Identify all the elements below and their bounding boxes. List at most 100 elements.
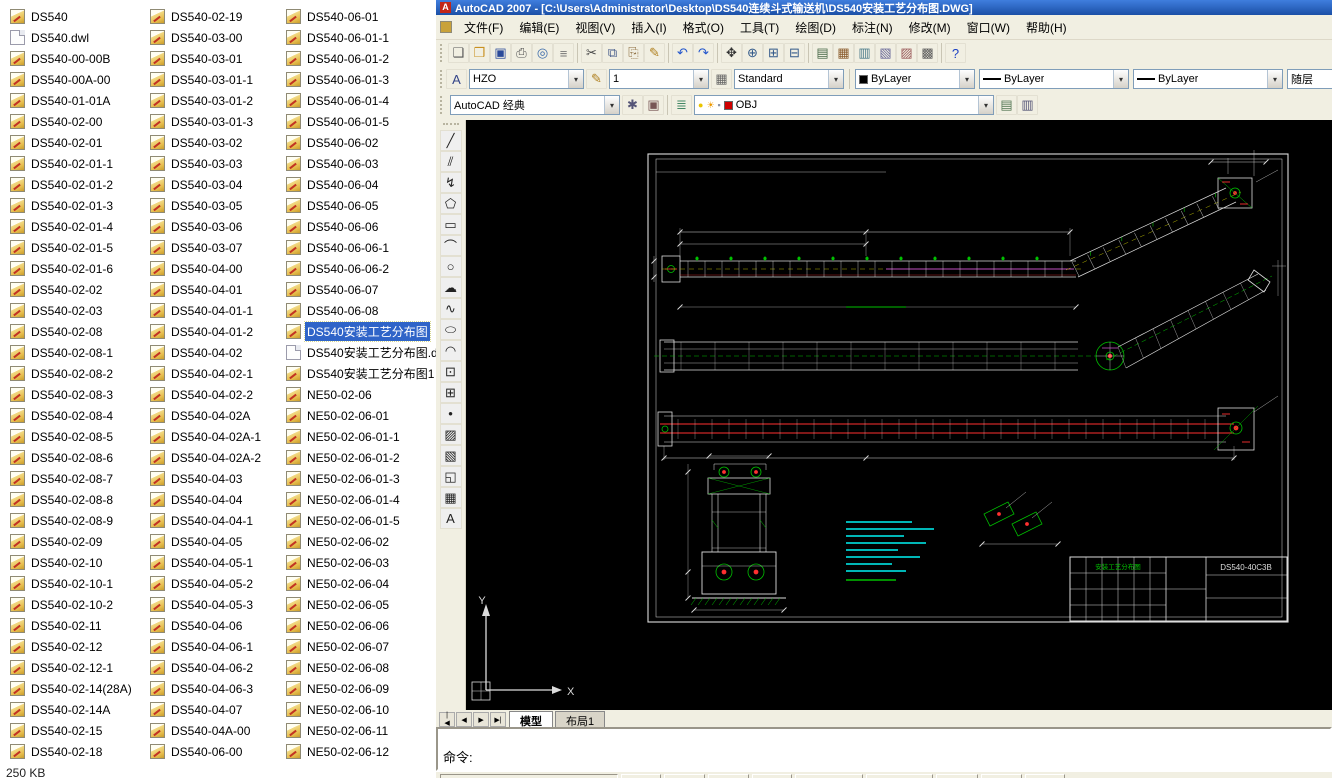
file-item[interactable]: DS540-06-01-2 [284, 48, 436, 69]
tab-model[interactable]: 模型 [509, 711, 553, 727]
palette-grip[interactable] [443, 123, 459, 128]
file-item[interactable]: DS540-04-07 [148, 699, 265, 720]
file-item[interactable]: NE50-02-06-01-5 [284, 510, 436, 531]
redo-icon[interactable]: ↷ [693, 43, 714, 63]
polygon-tool[interactable]: ⬠ [440, 193, 462, 214]
menu-item-10[interactable]: 帮助(H) [1018, 16, 1075, 39]
ellipse-tool[interactable]: ⬭ [440, 319, 462, 340]
pan-icon[interactable]: ✥ [721, 43, 742, 63]
markup-icon[interactable]: ▨ [896, 43, 917, 63]
file-item[interactable]: DS540-02-08-4 [8, 405, 136, 426]
chevron-down-icon[interactable]: ▾ [604, 96, 619, 114]
paste-icon[interactable]: ⎘ [623, 43, 644, 63]
file-item[interactable]: DS540-04-05 [148, 531, 265, 552]
file-item[interactable]: DS540-02-08-1 [8, 342, 136, 363]
file-item[interactable]: DS540-02-08-3 [8, 384, 136, 405]
chevron-down-icon[interactable]: ▾ [828, 70, 843, 88]
file-item[interactable]: DS540-02-19 [148, 6, 265, 27]
status-toggle-5[interactable]: 对象追踪 [866, 774, 933, 778]
menu-item-5[interactable]: 工具(T) [732, 16, 787, 39]
dim-style-combo[interactable]: 1▾ [609, 69, 709, 89]
undo-icon[interactable]: ↶ [672, 43, 693, 63]
file-item[interactable]: DS540安装工艺分布图 [284, 321, 436, 342]
file-item[interactable]: DS540-02-08-6 [8, 447, 136, 468]
file-item[interactable]: DS540-03-01-3 [148, 111, 265, 132]
file-item[interactable]: DS540-02-10-2 [8, 594, 136, 615]
circle-tool[interactable]: ○ [440, 256, 462, 277]
file-item[interactable]: DS540-04-04-1 [148, 510, 265, 531]
table-style-combo[interactable]: Standard▾ [734, 69, 844, 89]
file-item[interactable]: DS540-02-01-6 [8, 258, 136, 279]
file-item[interactable]: DS540-04-06-1 [148, 636, 265, 657]
revision-cloud-tool[interactable]: ☁ [440, 277, 462, 298]
plot-style-combo[interactable]: 随层▾ [1287, 69, 1332, 89]
file-item[interactable]: DS540-04-01 [148, 279, 265, 300]
file-item[interactable]: DS540-03-05 [148, 195, 265, 216]
file-item[interactable]: DS540-06-02 [284, 132, 436, 153]
file-item[interactable]: NE50-02-06 [284, 384, 436, 405]
file-item[interactable]: NE50-02-06-07 [284, 636, 436, 657]
file-item[interactable]: DS540-02-15 [8, 720, 136, 741]
sheet-set-icon[interactable]: ▧ [875, 43, 896, 63]
file-item[interactable]: DS540-02-11 [8, 615, 136, 636]
file-item[interactable]: DS540-04-02-2 [148, 384, 265, 405]
menu-item-3[interactable]: 插入(I) [623, 16, 674, 39]
designcenter-icon[interactable]: ▦ [833, 43, 854, 63]
file-item[interactable]: DS540-02-01-2 [8, 174, 136, 195]
match-properties-icon[interactable]: ✎ [644, 43, 665, 63]
zoom-realtime-icon[interactable]: ⊕ [742, 43, 763, 63]
file-item[interactable]: DS540.dwl [8, 27, 136, 48]
file-item[interactable]: DS540-03-01-2 [148, 90, 265, 111]
tool-palettes-icon[interactable]: ▥ [854, 43, 875, 63]
file-item[interactable]: DS540-06-05 [284, 195, 436, 216]
construction-line-tool[interactable]: ⫽ [440, 151, 462, 172]
status-toggle-6[interactable]: DYN [936, 774, 978, 778]
file-item[interactable]: DS540-00A-00 [8, 69, 136, 90]
menu-item-7[interactable]: 标注(N) [844, 16, 901, 39]
zoom-window-icon[interactable]: ⊞ [763, 43, 784, 63]
file-item[interactable]: DS540-06-06-2 [284, 258, 436, 279]
status-toggle-3[interactable]: 极轴 [752, 774, 793, 778]
file-item[interactable]: DS540-01-01A [8, 90, 136, 111]
menu-item-9[interactable]: 窗口(W) [959, 16, 1018, 39]
publish-icon[interactable]: ≡ [553, 43, 574, 63]
toolbar-grip[interactable] [440, 70, 442, 88]
spline-tool[interactable]: ∿ [440, 298, 462, 319]
file-item[interactable]: DS540 [8, 6, 136, 27]
tab-layout1[interactable]: 布局1 [555, 711, 605, 727]
file-item[interactable]: DS540-02-14A [8, 699, 136, 720]
status-toggle-8[interactable]: 模型 [1025, 774, 1066, 778]
menu-item-6[interactable]: 绘图(D) [787, 16, 844, 39]
properties-icon[interactable]: ▤ [812, 43, 833, 63]
file-item[interactable]: DS540-02-08 [8, 321, 136, 342]
file-item[interactable]: DS540-02-00 [8, 111, 136, 132]
menu-item-4[interactable]: 格式(O) [675, 16, 732, 39]
file-item[interactable]: DS540-02-08-9 [8, 510, 136, 531]
make-layer-current-icon[interactable]: ▤ [996, 95, 1017, 115]
file-item[interactable]: NE50-02-06-01-3 [284, 468, 436, 489]
lineweight-combo[interactable]: ByLayer▾ [1133, 69, 1283, 89]
open-icon[interactable]: ❒ [469, 43, 490, 63]
toolbar-grip[interactable] [440, 96, 444, 114]
file-item[interactable]: DS540-06-01-4 [284, 90, 436, 111]
file-item[interactable]: DS540-06-01-5 [284, 111, 436, 132]
tab-nav-1[interactable]: ◀ [456, 712, 472, 727]
file-item[interactable]: DS540-04A-00 [148, 720, 265, 741]
file-item[interactable]: DS540-02-08-5 [8, 426, 136, 447]
region-tool[interactable]: ◱ [440, 466, 462, 487]
status-toggle-2[interactable]: 正交 [708, 774, 749, 778]
file-item[interactable]: DS540-04-02 [148, 342, 265, 363]
insert-block-tool[interactable]: ⊡ [440, 361, 462, 382]
file-item[interactable]: DS540-06-03 [284, 153, 436, 174]
gradient-tool[interactable]: ▧ [440, 445, 462, 466]
chevron-down-icon[interactable]: ▾ [959, 70, 974, 88]
ellipse-arc-tool[interactable]: ◠ [440, 340, 462, 361]
chevron-down-icon[interactable]: ▾ [978, 96, 993, 114]
status-toggle-7[interactable]: 线宽 [981, 774, 1022, 778]
toolbar-grip[interactable] [440, 44, 444, 62]
quickcalc-icon[interactable]: ▩ [917, 43, 938, 63]
coordinate-display[interactable]: 4294.2894, -28034.4294, 0.0000 [440, 774, 618, 778]
zoom-previous-icon[interactable]: ⊟ [784, 43, 805, 63]
file-item[interactable]: NE50-02-06-04 [284, 573, 436, 594]
file-item[interactable]: DS540-02-12-1 [8, 657, 136, 678]
